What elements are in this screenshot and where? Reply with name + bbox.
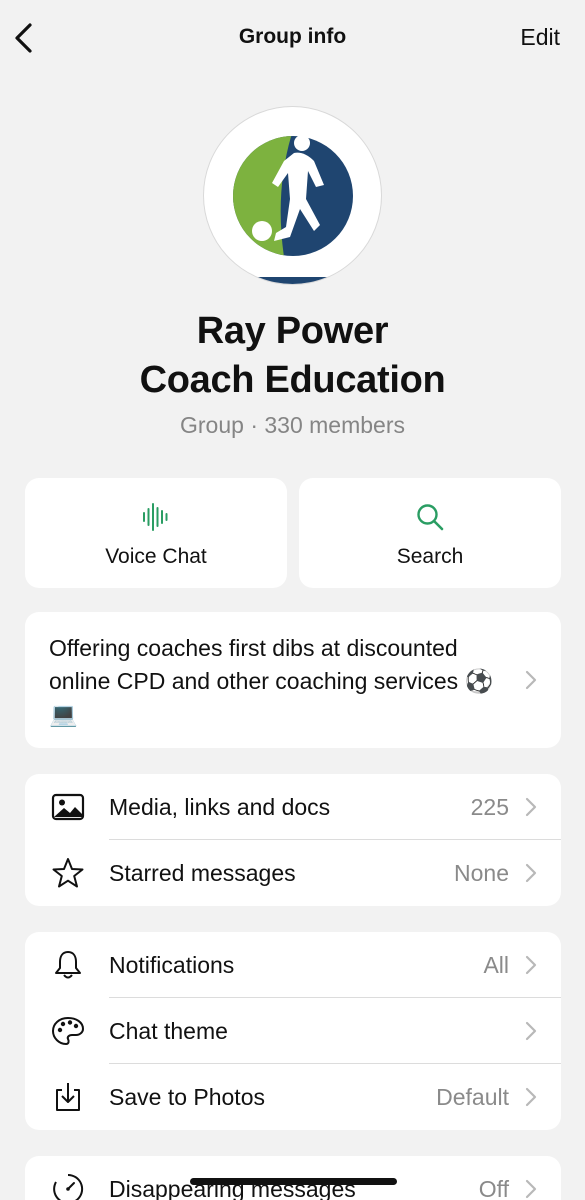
chevron-right-icon <box>525 1087 537 1107</box>
voice-chat-label: Voice Chat <box>105 545 207 568</box>
chat-theme-label: Chat theme <box>109 1018 228 1044</box>
media-count: 225 <box>470 794 509 820</box>
group-name: Ray Power Coach Education <box>0 307 585 405</box>
chat-theme-row[interactable]: Chat theme <box>25 998 561 1064</box>
chevron-right-icon <box>525 1179 537 1199</box>
voice-chat-button[interactable]: Voice Chat <box>25 478 287 588</box>
footballer-logo <box>233 135 353 284</box>
group-name-line1: Ray Power <box>196 310 389 352</box>
chevron-right-icon <box>525 670 537 690</box>
home-indicator <box>190 1178 397 1185</box>
top-bar: Group info Edit <box>0 0 585 76</box>
settings-section: Notifications All Chat theme Save to Pho… <box>25 932 561 1130</box>
group-avatar[interactable] <box>203 106 382 285</box>
search-icon-wrap <box>299 502 561 536</box>
image-icon <box>51 793 85 821</box>
group-name-line2: Coach Education <box>139 359 446 401</box>
group-description[interactable]: Offering coaches first dibs at discounte… <box>25 612 561 748</box>
voice-wave-icon <box>143 503 168 531</box>
chevron-right-icon <box>525 863 537 883</box>
description-text: Offering coaches first dibs at discounte… <box>49 635 494 727</box>
save-to-photos-value: Default <box>436 1084 509 1110</box>
palette-icon <box>51 1016 85 1046</box>
search-label: Search <box>396 545 464 568</box>
save-to-photos-row[interactable]: Save to Photos Default <box>25 1064 561 1130</box>
chevron-right-icon <box>525 955 537 975</box>
notifications-value: All <box>483 952 509 978</box>
starred-label: Starred messages <box>109 860 296 886</box>
voice-chat-icon-wrap <box>25 502 287 536</box>
download-icon <box>56 1083 80 1111</box>
bell-icon <box>55 951 81 979</box>
notifications-label: Notifications <box>109 952 235 978</box>
edit-button[interactable]: Edit <box>520 24 560 51</box>
group-subtitle: Group · 330 members <box>180 412 405 438</box>
notifications-row[interactable]: Notifications All <box>25 932 561 998</box>
media-links-docs-row[interactable]: Media, links and docs 225 <box>25 774 561 840</box>
chevron-right-icon <box>525 1021 537 1041</box>
search-button[interactable]: Search <box>299 478 561 588</box>
page-title: Group info <box>238 25 347 48</box>
chevron-right-icon <box>525 797 537 817</box>
star-icon <box>52 858 84 888</box>
save-to-photos-label: Save to Photos <box>109 1084 265 1110</box>
disappearing-value: Off <box>478 1176 509 1200</box>
starred-messages-row[interactable]: Starred messages None <box>25 840 561 906</box>
media-section: Media, links and docs 225 Starred messag… <box>25 774 561 906</box>
search-icon <box>417 504 444 531</box>
media-label: Media, links and docs <box>109 794 331 820</box>
timer-icon <box>53 1173 84 1200</box>
starred-value: None <box>454 860 509 886</box>
